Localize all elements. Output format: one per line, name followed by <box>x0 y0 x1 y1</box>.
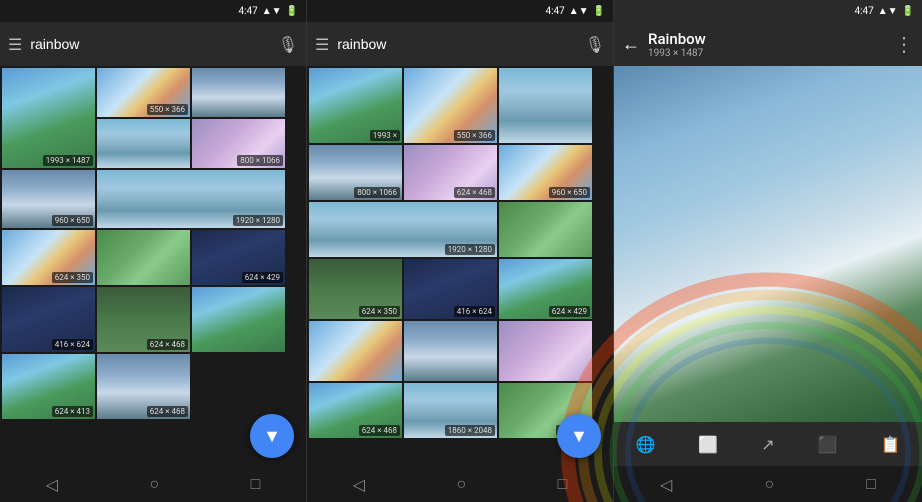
grid-cell-0-3[interactable] <box>192 68 285 117</box>
filter-icon-1: ▼ <box>263 426 281 447</box>
detail-image <box>614 66 922 422</box>
grid-cell-3-0[interactable]: 416 × 624 <box>2 287 95 352</box>
grid-cell-0-2[interactable] <box>97 119 190 168</box>
grid-cell2-1-1[interactable]: 624 × 468 <box>404 145 497 200</box>
home-nav-3[interactable]: ○ <box>764 474 774 494</box>
grid-row2-3: 624 × 350 416 × 624 624 × 429 <box>309 259 611 319</box>
back-nav-1[interactable]: ◁ <box>46 475 58 494</box>
dim-label2-0-0: 1993 × <box>370 130 400 141</box>
grid-cell-2-2[interactable]: 624 × 429 <box>192 230 285 285</box>
dim-label-4-0: 624 × 413 <box>52 406 93 417</box>
grid-cell2-2-0[interactable]: 1920 × 1280 <box>309 202 497 257</box>
status-time-2: 4:47 <box>545 6 564 17</box>
status-bar-1: 4:47 ▲▼ 🔋 <box>0 0 306 22</box>
phone-1: 4:47 ▲▼ 🔋 ☰ 🎙 1993 × 1487 550 × 366 800 <box>0 0 307 502</box>
grid-row-4: 624 × 413 624 × 468 <box>2 354 304 419</box>
grid-row2-4 <box>309 321 611 381</box>
dim-label-0-0: 1993 × 1487 <box>43 155 93 166</box>
home-nav-2[interactable]: ○ <box>456 474 466 494</box>
search-input-1[interactable] <box>30 36 269 52</box>
search-input-2[interactable] <box>337 36 576 52</box>
detail-action-bar: 🌐 ⬜ ↗ ⬛ 📋 <box>614 422 922 466</box>
grid-cell-0-1[interactable]: 550 × 366 <box>97 68 190 117</box>
filter-fab-1[interactable]: ▼ <box>250 414 294 458</box>
mic-icon-1[interactable]: 🎙 <box>278 35 298 54</box>
rainbow-arc-svg <box>614 66 922 422</box>
grid-cell-0-0[interactable]: 1993 × 1487 <box>2 68 95 168</box>
dim-label-0-1: 550 × 366 <box>147 104 188 115</box>
dim-label2-1-0: 800 × 1066 <box>354 187 400 198</box>
dim-label2-5-0: 624 × 468 <box>359 425 400 436</box>
dim-label-4-1: 624 × 468 <box>147 406 188 417</box>
battery-icon-1: 🔋 <box>286 6 298 17</box>
dim-label2-2-0: 1920 × 1280 <box>445 244 495 255</box>
filter-fab-2[interactable]: ▼ <box>557 414 601 458</box>
grid-cell2-5-0[interactable]: 624 × 468 <box>309 383 402 438</box>
grid-cell-3-1[interactable]: 624 × 468 <box>97 287 190 352</box>
dim-label-1-0: 960 × 650 <box>52 215 93 226</box>
menu-icon-2[interactable]: ☰ <box>315 35 329 54</box>
grid-row-3: 416 × 624 624 × 468 <box>2 287 304 352</box>
grid-row-0: 1993 × 1487 550 × 366 800 × 1066 <box>2 68 304 168</box>
grid-cell2-5-1[interactable]: 1860 × 2048 <box>404 383 497 438</box>
grid-cell-1-0[interactable]: 960 × 650 <box>2 170 95 228</box>
grid-cell2-3-0[interactable]: 624 × 350 <box>309 259 402 319</box>
back-nav-3[interactable]: ◁ <box>660 475 672 494</box>
image-grid-1: 1993 × 1487 550 × 366 800 × 1066 960 × 6… <box>0 66 306 466</box>
signal-icon-1: ▲▼ <box>262 6 282 17</box>
grid-cell-3-2[interactable] <box>192 287 285 352</box>
dim-label2-3-2: 624 × 429 <box>549 306 590 317</box>
grid-cell-2-0[interactable]: 624 × 350 <box>2 230 95 285</box>
grid-cell-1-1[interactable]: 1920 × 1280 <box>97 170 285 228</box>
nav-bar-1: ◁ ○ □ <box>0 466 306 502</box>
dim-label2-3-0: 624 × 350 <box>359 306 400 317</box>
grid-cell2-4-0[interactable] <box>309 321 402 381</box>
dim-label-1-1: 1920 × 1280 <box>233 215 283 226</box>
status-time-1: 4:47 <box>238 6 257 17</box>
grid-cell2-3-1[interactable]: 416 × 624 <box>404 259 497 319</box>
grid-row2-2: 1920 × 1280 <box>309 202 611 257</box>
dim-label-3-0: 416 × 624 <box>52 339 93 350</box>
dim-label2-0-1: 550 × 366 <box>454 130 495 141</box>
nav-bar-3: ◁ ○ □ <box>614 466 922 502</box>
grid-cell2-0-1[interactable]: 550 × 366 <box>404 68 497 143</box>
dim-label-3-1: 624 × 468 <box>147 339 188 350</box>
grid-cell2-1-0[interactable]: 800 × 1066 <box>309 145 402 200</box>
dim-label-0-4: 800 × 1066 <box>237 155 283 166</box>
grid-cell-4-0[interactable]: 624 × 413 <box>2 354 95 419</box>
grid-cell2-4-1[interactable] <box>404 321 497 381</box>
grid-cell-0-4[interactable]: 800 × 1066 <box>192 119 285 168</box>
share-icon[interactable]: ↗ <box>761 435 774 454</box>
dim-label2-3-1: 416 × 624 <box>454 306 495 317</box>
grid-row-1: 960 × 650 1920 × 1280 <box>2 170 304 228</box>
grid-cell2-4-2[interactable] <box>499 321 592 381</box>
search-bar-1: ☰ 🎙 <box>0 22 306 66</box>
image-icon[interactable]: ⬜ <box>698 435 718 454</box>
dim-label2-1-1: 624 × 468 <box>454 187 495 198</box>
grid-row-2: 624 × 350 624 × 429 <box>2 230 304 285</box>
grid-cell2-3-2[interactable]: 624 × 429 <box>499 259 592 319</box>
grid-cell2-0-0[interactable]: 1993 × <box>309 68 402 143</box>
filter-icon-2: ▼ <box>570 426 588 447</box>
globe-icon[interactable]: 🌐 <box>635 435 655 454</box>
back-nav-2[interactable]: ◁ <box>353 475 365 494</box>
status-bar-2: 4:47 ▲▼ 🔋 <box>307 0 613 22</box>
grid-cell-4-1[interactable]: 624 × 468 <box>97 354 190 419</box>
recents-nav-3[interactable]: □ <box>866 474 876 494</box>
dim-label-2-2: 624 × 429 <box>242 272 283 283</box>
save-icon[interactable]: ⬛ <box>818 435 838 454</box>
dim-label2-5-1: 1860 × 2048 <box>445 425 495 436</box>
home-nav-1[interactable]: ○ <box>149 474 159 494</box>
dim-label-2-0: 624 × 350 <box>52 272 93 283</box>
recents-nav-1[interactable]: □ <box>251 474 261 494</box>
menu-icon-1[interactable]: ☰ <box>8 35 22 54</box>
more-icon[interactable]: 📋 <box>881 435 901 454</box>
phone-3-detail: 4:47 ▲▼ 🔋 ← Rainbow 1993 × 1487 ⋮ 🌐 ⬜ ↗ … <box>614 0 922 502</box>
grid-cell-2-1[interactable] <box>97 230 190 285</box>
